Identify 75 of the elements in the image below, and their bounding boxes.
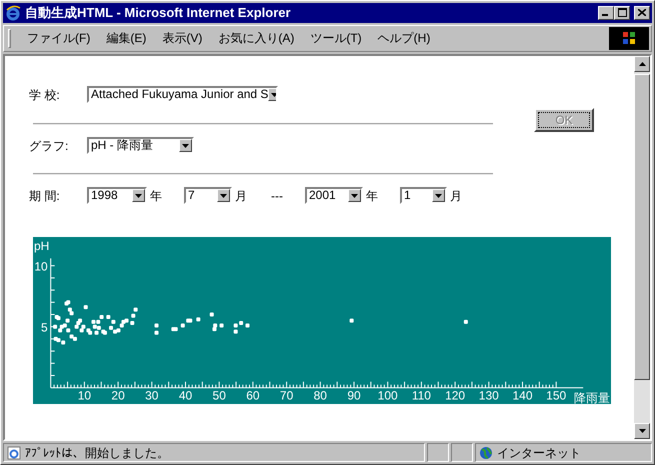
menu-item[interactable]: 表示(V) [154, 27, 210, 50]
month-select[interactable]: 1 [400, 187, 447, 204]
scrollbar[interactable] [634, 56, 650, 440]
unit-label: 年 [150, 188, 163, 205]
data-point [234, 329, 238, 334]
toolbar-grip [8, 28, 11, 48]
window-title: 自動生成HTML - Microsoft Internet Explorer [25, 4, 292, 22]
dropdown-arrow-icon [182, 144, 189, 148]
status-message: ｱﾌﾟﾚｯﾄは、開始しました。 [25, 444, 169, 462]
x-axis-title: 降雨量 [574, 390, 610, 404]
close-icon [638, 9, 646, 16]
scroll-down-icon [638, 429, 646, 434]
data-point [246, 323, 250, 328]
data-point [220, 323, 224, 328]
data-point [131, 313, 136, 318]
axis-tick-label: 140 [512, 388, 533, 402]
axis-tick-label: 130 [478, 388, 499, 402]
data-point [154, 330, 159, 334]
axis-tick-label: 40 [178, 388, 192, 402]
menu-item[interactable]: お気に入り(A) [210, 27, 302, 50]
dropdown-arrow-icon [220, 194, 227, 198]
ie-page-icon [7, 446, 21, 460]
windows-logo-icon [622, 31, 636, 46]
axis-tick-label: 10 [34, 259, 48, 274]
menu-item[interactable]: ファイル(F) [19, 27, 98, 50]
range-separator: --- [271, 188, 284, 205]
field-label: 学 校: [29, 86, 61, 104]
globe-icon [479, 446, 493, 460]
menu-item[interactable]: ヘルプ(H) [370, 27, 438, 50]
data-point [84, 304, 88, 309]
data-point [464, 320, 468, 324]
axis-tick-label: 60 [246, 388, 260, 402]
menu-item[interactable]: 編集(E) [98, 27, 154, 50]
maximize-button[interactable] [614, 6, 630, 20]
minimize-button[interactable] [598, 6, 614, 20]
axis-tick-label: 120 [445, 388, 466, 402]
axis-tick-label: 90 [347, 388, 361, 402]
field-label: グラフ: [29, 138, 70, 155]
data-point [154, 323, 159, 328]
scroll-up-icon [638, 62, 646, 66]
data-point [210, 312, 214, 316]
year-select[interactable]: 2001 [305, 187, 363, 204]
axis-tick-label: 10 [78, 388, 92, 402]
data-point [134, 307, 138, 312]
menu-item[interactable]: ツール(T) [302, 27, 370, 50]
axis-tick-label: 5 [41, 320, 48, 334]
field-label: 期 間: [29, 188, 61, 205]
axis-tick-label: 110 [412, 388, 431, 402]
y-axis-title: pH [34, 238, 50, 253]
dropdown-arrow-icon [271, 92, 276, 97]
status-panel [451, 443, 473, 462]
dropdown-arrow-icon [135, 194, 142, 198]
status-panel [427, 443, 449, 462]
month-select[interactable]: 7 [184, 187, 232, 204]
axis-tick-label: 150 [546, 388, 566, 402]
graph-select[interactable]: pH - 降雨量 [87, 137, 194, 154]
school-select[interactable]: Attached Fukuyama Junior and S [87, 86, 278, 104]
axis-tick-label: 20 [111, 388, 125, 402]
unit-label: 月 [235, 188, 248, 205]
ie-logo-icon [5, 4, 21, 21]
data-point [196, 317, 200, 322]
unit-label: 月 [450, 188, 463, 205]
dropdown-arrow-icon [351, 194, 358, 198]
axis-tick-label: 70 [280, 388, 294, 402]
year-select[interactable]: 1998 [87, 187, 147, 204]
data-point [350, 318, 354, 322]
axis-tick-label: 100 [378, 388, 398, 402]
axis-tick-label: 80 [314, 388, 327, 402]
axis-tick-label: 30 [145, 388, 158, 402]
axis-tick-label: 50 [212, 388, 226, 402]
zone-label: インターネット [497, 444, 581, 462]
maximize-icon [618, 8, 626, 18]
dropdown-arrow-icon [435, 194, 442, 198]
close-button[interactable] [634, 6, 650, 20]
unit-label: 年 [366, 188, 379, 205]
